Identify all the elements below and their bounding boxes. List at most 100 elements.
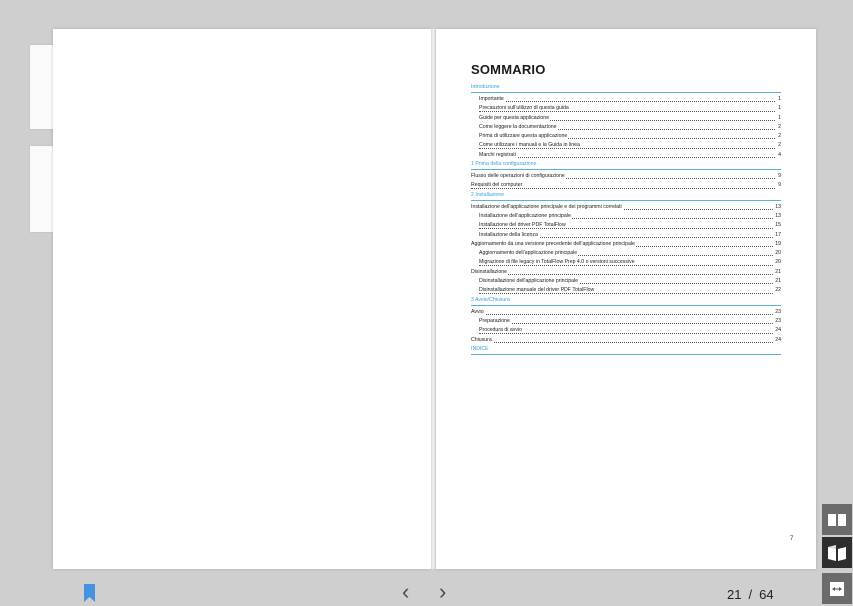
toc-entry-page: 1	[777, 104, 781, 114]
toc-entry[interactable]: Procedura di avvio 24	[471, 326, 781, 336]
toc-entry-label: Installazione della licenza	[479, 231, 539, 238]
toc-entry[interactable]: Requisiti del computer 9	[471, 181, 781, 191]
two-page-view-icon	[828, 513, 846, 526]
toc-entry-page: 21	[774, 277, 781, 287]
toc-entry-page: 23	[774, 316, 781, 327]
toc-entry-page: 20	[774, 258, 781, 268]
toc-entry[interactable]: Come leggere la documentazione 2	[471, 122, 781, 133]
toc-entry[interactable]: Disinstallazione manuale del driver PDF …	[471, 286, 781, 296]
toc-entry[interactable]: Precauzioni sull'utilizzo di questa guid…	[471, 104, 781, 114]
section-divider	[471, 304, 781, 306]
toc-entry-label: Marchi registrati	[479, 151, 517, 158]
two-page-view-button[interactable]	[822, 504, 852, 535]
toc-section-heading[interactable]: Introduzione	[471, 83, 781, 92]
toc-entry-page: 2	[777, 141, 781, 151]
toc-entry[interactable]: Aggiornamento dell'applicazione principa…	[471, 249, 781, 259]
leader-dots	[471, 313, 775, 315]
toc-entry[interactable]: Come utilizzare i manuali e la Guida in …	[471, 141, 781, 151]
toc-entry-page: 20	[774, 249, 781, 259]
toc-entry-label: Come leggere la documentazione	[479, 123, 558, 130]
toc-entry[interactable]: Avvio 23	[471, 307, 781, 317]
toc-entry-page: 9	[777, 172, 781, 182]
toc-entry-page: 9	[777, 181, 781, 191]
section-divider	[471, 199, 781, 201]
toc-entry[interactable]: Flusso delle operazioni di configurazion…	[471, 172, 781, 182]
toc-entry-page: 1	[777, 95, 781, 105]
toc-entry[interactable]: Importante 1	[471, 95, 781, 105]
toc-entry[interactable]: Disinstallazione dell'applicazione princ…	[471, 277, 781, 287]
toc-entry[interactable]: Chiusura 24	[471, 335, 781, 345]
current-page[interactable]: 21	[727, 587, 741, 602]
leader-dots	[471, 341, 775, 343]
toc-entry-page: 19	[774, 239, 781, 250]
toc-entry[interactable]: Migrazione di file legacy in TotalFlow P…	[471, 258, 781, 268]
toc-entry[interactable]: Installazione della licenza 17	[471, 230, 781, 240]
next-page-button[interactable]: ›	[439, 581, 446, 603]
toc-entry-page: 4	[777, 150, 781, 161]
toc-entry-label: Disinstallazione manuale del driver PDF …	[479, 287, 596, 294]
leader-dots	[479, 332, 775, 334]
toc-entry[interactable]: Installazione dell'applicazione principa…	[471, 202, 781, 212]
toc-entry-label: Chiusura	[471, 336, 493, 343]
section-divider	[471, 92, 781, 93]
toc-entry-page: 1	[777, 113, 781, 123]
toc-entry-label: Flusso delle operazioni di configurazion…	[471, 173, 566, 180]
leader-dots	[479, 323, 775, 325]
toc-entry-label: Installazione dell'applicazione principa…	[471, 203, 623, 210]
toc-entry-label: Migrazione di file legacy in TotalFlow P…	[479, 259, 636, 266]
fit-width-button[interactable]	[822, 573, 852, 604]
toc-section-heading[interactable]: 1 Prima della configurazione	[471, 160, 781, 169]
page-counter: 21 / 64	[727, 587, 774, 602]
toc-entry-page: 22	[774, 286, 781, 296]
toc-entry-page: 13	[774, 211, 781, 222]
toc-entry-label: Avvio	[471, 308, 485, 315]
toc-entry-page: 24	[774, 335, 781, 345]
book-view-button[interactable]	[822, 537, 852, 568]
table-of-contents: SOMMARIO Introduzione Importante 1 Precauzi…	[471, 62, 781, 357]
toc-section-heading[interactable]: 2 Installazione	[471, 191, 781, 200]
toc-entry-label: Prima di utilizzare questa applicazione	[479, 133, 569, 140]
previous-page-button[interactable]: ‹	[402, 581, 409, 603]
toc-entry-page: 17	[774, 230, 781, 240]
left-page-blank[interactable]	[53, 29, 431, 569]
fit-width-icon	[830, 581, 844, 596]
toc-entry-label: Importante	[479, 96, 505, 102]
section-divider	[471, 353, 781, 355]
toc-entry-page: 24	[774, 326, 781, 336]
book-view-icon	[828, 544, 846, 561]
document-viewer: SOMMARIO Introduzione Importante 1 Precauzi…	[0, 0, 853, 606]
page-stack-edge	[30, 146, 54, 232]
toc-entry[interactable]: Marchi registrati 4	[471, 150, 781, 161]
toc-entry-label: Requisiti del computer	[471, 182, 524, 189]
toc-entry[interactable]: Aggiornamento da una versione precedente…	[471, 239, 781, 250]
toc-entry-label: Aggiornamento dell'applicazione principa…	[479, 250, 579, 257]
section-divider	[471, 169, 781, 171]
toc-entry[interactable]: Prima di utilizzare questa applicazione 2	[471, 132, 781, 142]
leader-dots	[479, 157, 775, 159]
toc-entry-label: Disinstallazione dell'applicazione princ…	[479, 278, 580, 285]
toc-entry-label: Disinstallazione	[471, 268, 509, 275]
toc-entry-label: Procedura di avvio	[479, 327, 523, 334]
toc-entry-label: Aggiornamento da una versione precedente…	[471, 240, 636, 247]
leader-dots	[471, 274, 775, 276]
toc-entry-page: 23	[774, 307, 781, 317]
bookmark-icon[interactable]	[84, 584, 95, 602]
toc-section-heading[interactable]: INDICE	[471, 345, 781, 354]
toc-section-heading[interactable]: 3 Avvio/Chiusura	[471, 296, 781, 305]
toc-entry[interactable]: Guide per questa applicazione 1	[471, 113, 781, 123]
toc-title: SOMMARIO	[471, 62, 546, 77]
page-separator: /	[748, 587, 753, 602]
toc-entry-page: 13	[774, 202, 781, 212]
toc-entry[interactable]: Disinstallazione 21	[471, 267, 781, 278]
toc-entry[interactable]: Preparazione 23	[471, 316, 781, 327]
total-pages: 64	[759, 587, 774, 602]
toc-entry-page: 15	[774, 221, 781, 231]
toc-entry-label: Precauzioni sull'utilizzo di questa guid…	[479, 105, 570, 112]
toc-body: Introduzione Importante 1 Precauzioni sull'…	[471, 83, 781, 355]
toc-entry[interactable]: Installazione del driver PDF TotalFlow 15	[471, 221, 781, 231]
leader-dots	[479, 101, 775, 103]
toc-entry-label: Installazione dell'applicazione principa…	[479, 212, 572, 219]
toc-entry-label: Preparazione	[479, 317, 511, 324]
toc-entry[interactable]: Installazione dell'applicazione principa…	[471, 211, 781, 222]
toc-entry-page: 2	[777, 122, 781, 133]
